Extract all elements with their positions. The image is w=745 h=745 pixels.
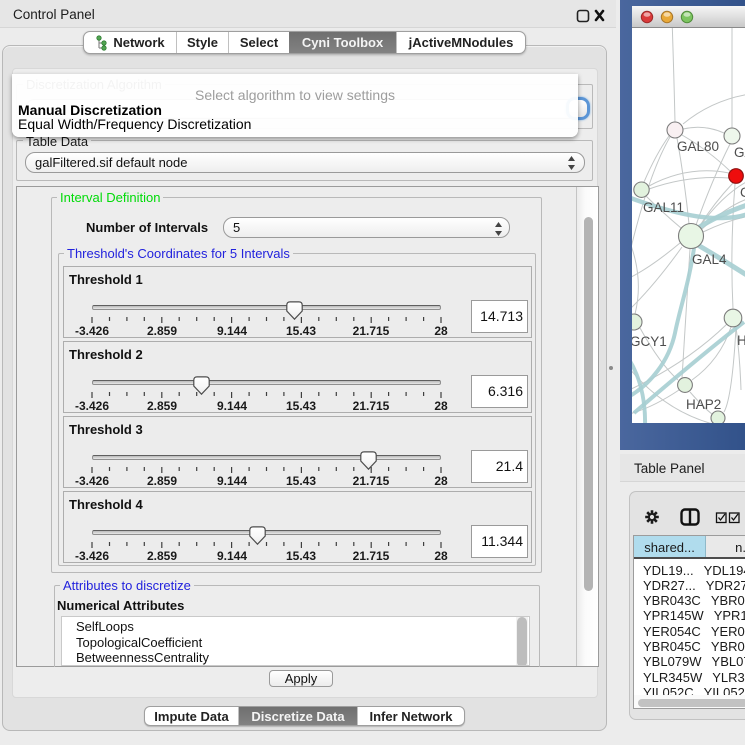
svg-text:GA: GA <box>734 145 745 160</box>
svg-text:GAL80: GAL80 <box>677 139 719 154</box>
svg-text:HAP2: HAP2 <box>686 397 721 412</box>
svg-text:GCY1: GCY1 <box>632 334 667 349</box>
svg-text:GAL4: GAL4 <box>692 252 727 267</box>
svg-text:H: H <box>737 333 745 348</box>
svg-text:GAL11: GAL11 <box>643 200 684 215</box>
svg-text:C: C <box>740 185 745 200</box>
